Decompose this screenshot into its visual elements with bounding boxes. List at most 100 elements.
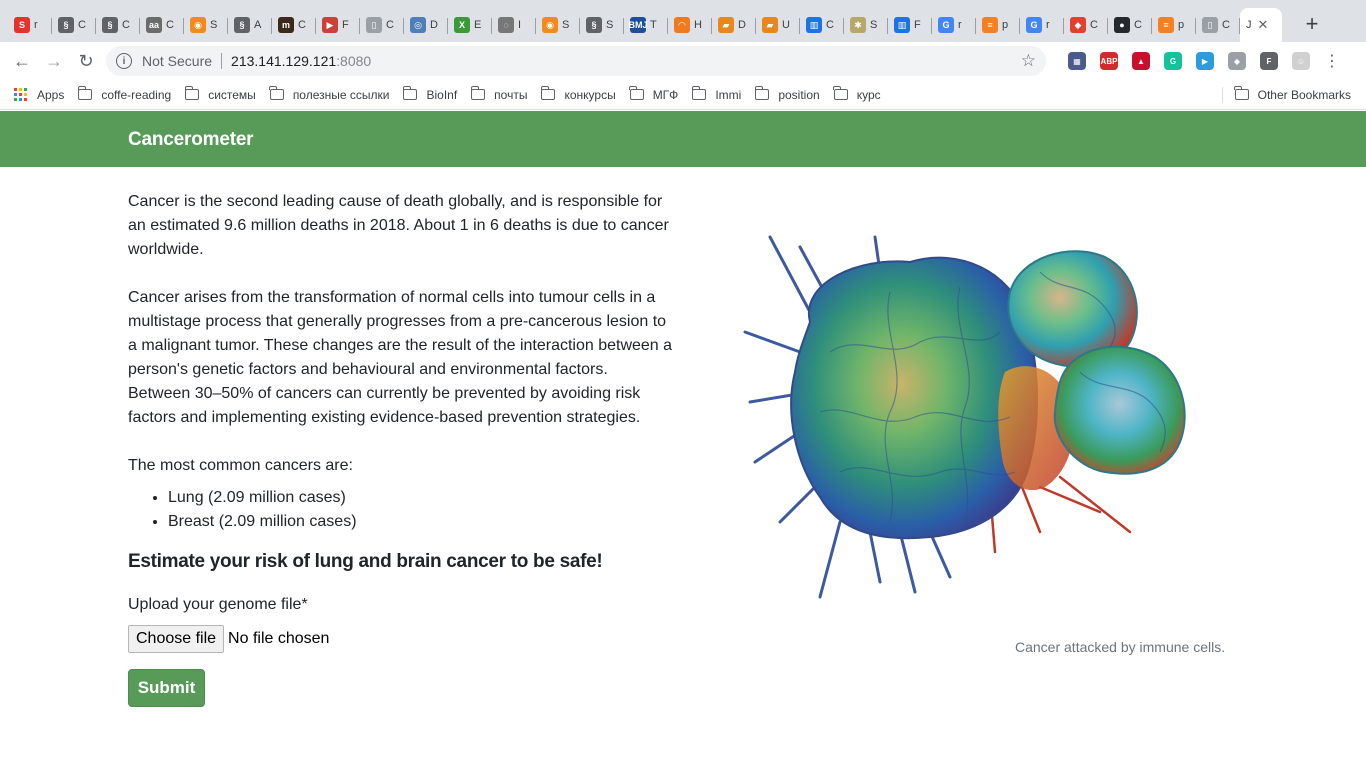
browser-tab[interactable]: mC xyxy=(272,8,316,42)
submit-button[interactable]: Submit xyxy=(128,669,205,707)
browser-tab[interactable]: ◎ D xyxy=(404,8,448,42)
browser-tab[interactable]: ▯ C xyxy=(1196,8,1240,42)
extensions-area: ▦ ABP ▲ G ▶ ◆ F ☺ xyxy=(1046,52,1310,70)
common-cancers-intro: The most common cancers are: xyxy=(128,457,353,474)
bookmark-folder[interactable]: BioInf xyxy=(402,86,457,102)
browser-tab[interactable]: Sr xyxy=(8,8,52,42)
tab-favicon-icon: ▥ xyxy=(894,17,910,33)
cell-right xyxy=(1053,345,1186,475)
dropbox-icon[interactable]: ◆ xyxy=(1228,52,1246,70)
bookmark-label: Apps xyxy=(37,87,65,102)
grammarly-icon[interactable]: G xyxy=(1164,52,1182,70)
browser-tab[interactable]: ▯ C xyxy=(360,8,404,42)
bookmark-folder[interactable]: position xyxy=(754,86,820,102)
new-tab-button[interactable]: + xyxy=(1298,10,1326,38)
bookmark-folder[interactable]: МГФ xyxy=(629,86,679,102)
ext-icon-5[interactable]: ▶ xyxy=(1196,52,1214,70)
browser-tab[interactable]: ▰ D xyxy=(712,8,756,42)
browser-tab[interactable]: § S xyxy=(580,8,624,42)
ext-icon-7[interactable]: F xyxy=(1260,52,1278,70)
info-icon[interactable]: i xyxy=(116,53,132,69)
browser-tab[interactable]: ◠ H xyxy=(668,8,712,42)
browser-tab[interactable]: ◆ C xyxy=(1064,8,1108,42)
folder-icon xyxy=(470,86,486,100)
tab-favicon-icon: ▯ xyxy=(366,17,382,33)
tab-close-icon[interactable]: ✕ xyxy=(1258,17,1269,33)
bookmark-folder[interactable]: Immi xyxy=(691,86,741,102)
other-bookmarks[interactable]: Other Bookmarks xyxy=(1221,86,1351,103)
bookmark-star-icon[interactable]: ☆ xyxy=(1021,51,1036,71)
url-host[interactable]: 213.141.129.121 xyxy=(231,53,336,69)
browser-tab[interactable]: BMJ T xyxy=(624,8,668,42)
url-port[interactable]: :8080 xyxy=(336,53,371,69)
tab-favicon-icon: X xyxy=(454,17,470,33)
browser-menu-icon[interactable]: ⋮ xyxy=(1324,51,1340,71)
choose-file-button[interactable]: Choose file xyxy=(128,625,225,653)
list-item: Breast (2.09 million cases) xyxy=(168,510,673,534)
browser-tab[interactable]: J ✕ xyxy=(1240,8,1282,42)
required-mark: * xyxy=(301,596,308,613)
site-brand[interactable]: Cancerometer xyxy=(128,129,254,151)
browser-tab[interactable]: ≡ p xyxy=(976,8,1020,42)
bookmark-folder[interactable]: полезные ссылки xyxy=(269,86,389,102)
other-bookmarks-label: Other Bookmarks xyxy=(1257,87,1351,102)
tab-favicon-icon: § xyxy=(586,17,602,33)
bookmark-apps[interactable]: Apps xyxy=(14,88,64,102)
folder-icon xyxy=(691,86,707,100)
tab-title: C xyxy=(1090,19,1098,31)
folder-icon xyxy=(754,86,770,100)
address-bar[interactable]: i Not Secure 213.141.129.121 :8080 ☆ xyxy=(106,46,1046,76)
adblock-icon[interactable]: ABP xyxy=(1100,52,1118,70)
tab-title: C xyxy=(386,19,394,31)
bookmark-folder[interactable]: конкурсы xyxy=(540,86,616,102)
browser-tab[interactable]: ◌ I xyxy=(492,8,536,42)
bookmarks-bar: Apps coffe-reading системы полезные ссылки B… xyxy=(0,80,1366,110)
browser-tab[interactable]: aa C xyxy=(140,8,184,42)
file-input[interactable]: Choose file No file chosen xyxy=(128,625,673,653)
browser-tab[interactable]: Gr xyxy=(932,8,976,42)
bookmark-folder[interactable]: почты xyxy=(470,86,527,102)
tab-favicon-icon: ✱ xyxy=(850,17,866,33)
browser-tab[interactable]: § C xyxy=(96,8,140,42)
ext-icon-1[interactable]: ▦ xyxy=(1068,52,1086,70)
tab-favicon-icon: ◠ xyxy=(674,17,690,33)
browser-tab[interactable]: § C xyxy=(52,8,96,42)
browser-tab[interactable]: XE xyxy=(448,8,492,42)
tab-title: H xyxy=(694,19,702,31)
browser-tab[interactable]: ▰ U xyxy=(756,8,800,42)
tab-title: C xyxy=(1134,19,1142,31)
browser-tab[interactable]: ▶ F xyxy=(316,8,360,42)
folder-icon xyxy=(629,86,644,100)
browser-tab[interactable]: § A xyxy=(228,8,272,42)
list-item: Lung (2.09 million cases) xyxy=(168,486,673,510)
profile-icon[interactable]: ☺ xyxy=(1292,52,1310,70)
site-navbar: Cancerometer xyxy=(0,111,1366,167)
browser-tab[interactable]: ≡ p xyxy=(1152,8,1196,42)
reload-icon[interactable]: ↻ xyxy=(70,45,102,77)
browser-tab[interactable]: ▥ F xyxy=(888,8,932,42)
security-status[interactable]: Not Secure xyxy=(142,53,212,69)
tab-strip: Sr § C § Caa C ◉ S § Am C ▶ F ▯ C ◎ D X E ◌ I ◉ S § S BMJ T ◠ H ▰ D ▰ U ▥… xyxy=(0,0,1366,42)
tab-favicon-icon: ◌ xyxy=(498,17,514,33)
tab-favicon-icon: ● xyxy=(1114,17,1130,33)
bookmark-folder[interactable]: курс xyxy=(833,86,881,102)
bookmark-folder[interactable]: coffe-reading xyxy=(77,86,172,102)
folder-icon xyxy=(402,86,418,100)
ext-icon-3[interactable]: ▲ xyxy=(1132,52,1150,70)
tab-title: F xyxy=(914,19,921,31)
browser-tab[interactable]: ▥ C xyxy=(800,8,844,42)
back-icon[interactable]: ← xyxy=(6,45,38,77)
folder-icon xyxy=(1234,86,1249,100)
browser-tab[interactable]: ✱ S xyxy=(844,8,888,42)
file-status: No file chosen xyxy=(228,630,330,647)
browser-tab[interactable]: Gr xyxy=(1020,8,1064,42)
bookmark-label: coffe-reading xyxy=(101,87,172,102)
bookmark-label: МГФ xyxy=(652,87,679,102)
forward-icon[interactable]: → xyxy=(38,45,70,77)
bookmark-folder[interactable]: системы xyxy=(184,86,256,102)
tab-title: C xyxy=(122,19,130,31)
browser-tab[interactable]: ◉ S xyxy=(536,8,580,42)
form-heading: Estimate your risk of lung and brain can… xyxy=(128,551,603,572)
browser-tab[interactable]: ◉ S xyxy=(184,8,228,42)
browser-tab[interactable]: ● C xyxy=(1108,8,1152,42)
